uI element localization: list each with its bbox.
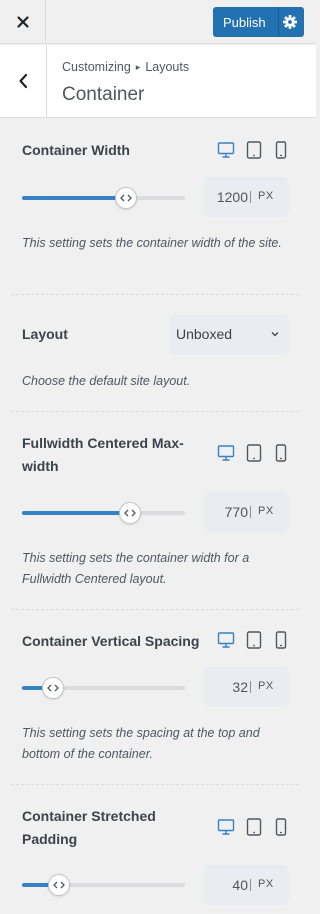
device-switcher bbox=[217, 818, 289, 838]
mobile-icon[interactable] bbox=[275, 141, 287, 159]
unit-divider bbox=[250, 681, 251, 693]
max-width-number-field[interactable]: 770 PX bbox=[204, 492, 289, 532]
device-switcher bbox=[217, 631, 289, 651]
breadcrumb-parent: Layouts bbox=[145, 60, 190, 74]
number-value[interactable]: 32 bbox=[232, 679, 248, 695]
mobile-icon[interactable] bbox=[275, 818, 287, 836]
divider bbox=[11, 609, 299, 610]
section-header: Customizing ▸ Layouts Container bbox=[0, 45, 316, 118]
slider-fill bbox=[22, 511, 130, 515]
width-slider[interactable] bbox=[22, 187, 185, 209]
slider-fill bbox=[22, 196, 127, 200]
top-bar: Publish bbox=[0, 0, 316, 44]
drag-arrows-icon bbox=[123, 509, 136, 517]
page-title: Container bbox=[62, 84, 145, 105]
drag-arrows-icon bbox=[47, 684, 59, 692]
max-width-slider[interactable] bbox=[22, 502, 185, 524]
control-label: Container Width bbox=[22, 142, 130, 158]
device-switcher bbox=[217, 444, 289, 464]
control-description: This setting sets the container width of… bbox=[22, 236, 282, 250]
vertical-spacing-slider[interactable] bbox=[22, 677, 185, 699]
select-value: Unboxed bbox=[176, 326, 233, 342]
drag-arrows-icon bbox=[120, 194, 133, 202]
width-number-field[interactable]: 1200 PX bbox=[204, 177, 289, 217]
unit-divider bbox=[250, 506, 251, 518]
device-switcher bbox=[217, 141, 289, 161]
chevron-left-icon bbox=[19, 73, 28, 89]
vertical-spacing-number-field[interactable]: 32 PX bbox=[204, 667, 289, 707]
slider-handle[interactable] bbox=[48, 874, 71, 896]
slider-handle[interactable] bbox=[41, 677, 64, 699]
desktop-icon[interactable] bbox=[217, 141, 235, 159]
mobile-icon[interactable] bbox=[275, 444, 287, 462]
publish-divider bbox=[278, 7, 279, 37]
divider bbox=[11, 411, 299, 412]
back-button[interactable] bbox=[0, 45, 47, 117]
gear-icon[interactable] bbox=[282, 14, 298, 30]
unit-label[interactable]: PX bbox=[258, 878, 274, 890]
stretched-padding-number-field[interactable]: 40 PX bbox=[204, 865, 289, 905]
unit-divider bbox=[250, 879, 251, 891]
desktop-icon[interactable] bbox=[217, 631, 235, 649]
tablet-icon[interactable] bbox=[246, 141, 262, 159]
control-description: Choose the default site layout. bbox=[22, 374, 191, 388]
slider-handle[interactable] bbox=[118, 502, 141, 524]
slider-handle[interactable] bbox=[115, 187, 138, 209]
desktop-icon[interactable] bbox=[217, 444, 235, 462]
close-button[interactable] bbox=[0, 0, 46, 44]
publish-label: Publish bbox=[223, 14, 266, 30]
chevron-down-icon bbox=[271, 332, 279, 337]
drag-arrows-icon bbox=[53, 881, 66, 889]
number-value[interactable]: 40 bbox=[232, 877, 248, 893]
divider bbox=[11, 294, 299, 295]
breadcrumb: Customizing ▸ Layouts bbox=[62, 60, 189, 74]
unit-label[interactable]: PX bbox=[258, 190, 274, 202]
publish-button[interactable]: Publish bbox=[213, 7, 304, 37]
control-label: Fullwidth Centered Max-width bbox=[22, 435, 184, 474]
control-label: Container Vertical Spacing bbox=[22, 633, 200, 649]
close-icon bbox=[16, 16, 29, 28]
unit-divider bbox=[250, 191, 251, 203]
mobile-icon[interactable] bbox=[275, 631, 287, 649]
layout-select[interactable]: Unboxed bbox=[169, 315, 289, 355]
tablet-icon[interactable] bbox=[246, 631, 262, 649]
control-label: Layout bbox=[22, 326, 68, 342]
control-description: This setting sets the spacing at the top… bbox=[22, 726, 260, 761]
control-description: This setting sets the container width fo… bbox=[22, 551, 250, 586]
number-value[interactable]: 1200 bbox=[217, 189, 248, 205]
tablet-icon[interactable] bbox=[246, 818, 262, 836]
desktop-icon[interactable] bbox=[217, 818, 235, 836]
tablet-icon[interactable] bbox=[246, 444, 262, 462]
number-value[interactable]: 770 bbox=[225, 504, 248, 520]
unit-label[interactable]: PX bbox=[258, 505, 274, 517]
breadcrumb-separator: ▸ bbox=[135, 61, 141, 72]
control-label: Container Stretched Padding bbox=[22, 808, 156, 847]
stretched-padding-slider[interactable] bbox=[22, 874, 185, 896]
unit-label[interactable]: PX bbox=[258, 680, 274, 692]
breadcrumb-root: Customizing bbox=[62, 60, 131, 74]
divider bbox=[11, 784, 299, 785]
